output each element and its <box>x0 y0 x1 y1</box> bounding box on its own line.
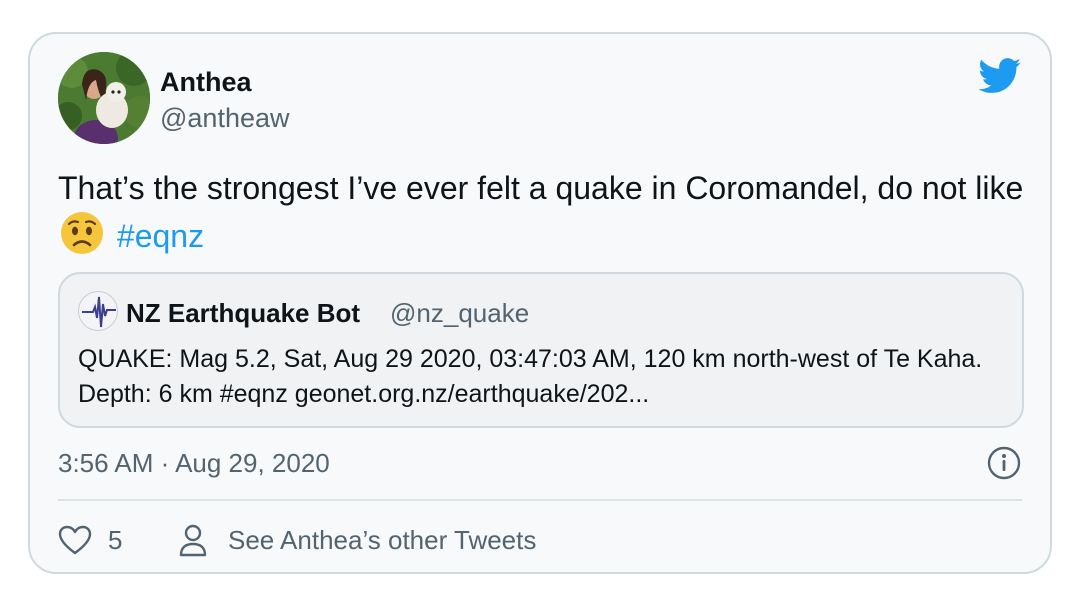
like-button[interactable]: 5 <box>58 521 122 559</box>
info-icon[interactable] <box>986 445 1022 481</box>
quote-author-handle: @nz_quake <box>390 298 530 328</box>
quote-author-name: NZ Earthquake Bot <box>126 298 361 328</box>
like-count: 5 <box>108 524 123 555</box>
author-avatar[interactable] <box>58 52 150 144</box>
avatar-photo <box>58 52 150 144</box>
tweet-timestamp[interactable]: 3:56 AM · Aug 29, 2020 <box>58 448 330 479</box>
heart-icon <box>58 525 92 555</box>
quoted-tweet[interactable]: NZ Earthquake Bot @nz_quake QUAKE: Mag 5… <box>58 272 1024 428</box>
tweet-card[interactable]: Anthea @antheaw That’s the strongest I’v… <box>28 32 1052 574</box>
tweet-text: That’s the strongest I’ve ever felt a qu… <box>58 166 1028 259</box>
worried-face-emoji-icon <box>61 212 103 254</box>
quote-avatar[interactable] <box>78 291 118 331</box>
person-icon <box>179 524 207 557</box>
divider <box>58 499 1022 501</box>
see-other-tweets-link[interactable]: See Anthea’s other Tweets <box>178 521 536 559</box>
author-handle[interactable]: @antheaw <box>160 103 290 134</box>
twitter-bird-icon[interactable] <box>978 58 1022 94</box>
tweet-body: That’s the strongest I’ve ever felt a qu… <box>58 170 1024 206</box>
quote-text: QUAKE: Mag 5.2, Sat, Aug 29 2020, 03:47:… <box>78 345 983 408</box>
see-other-tweets-label: See Anthea’s other Tweets <box>228 524 537 555</box>
seismograph-icon <box>82 296 116 328</box>
author-name[interactable]: Anthea <box>160 67 252 98</box>
hashtag-link[interactable]: #eqnz <box>117 218 204 254</box>
